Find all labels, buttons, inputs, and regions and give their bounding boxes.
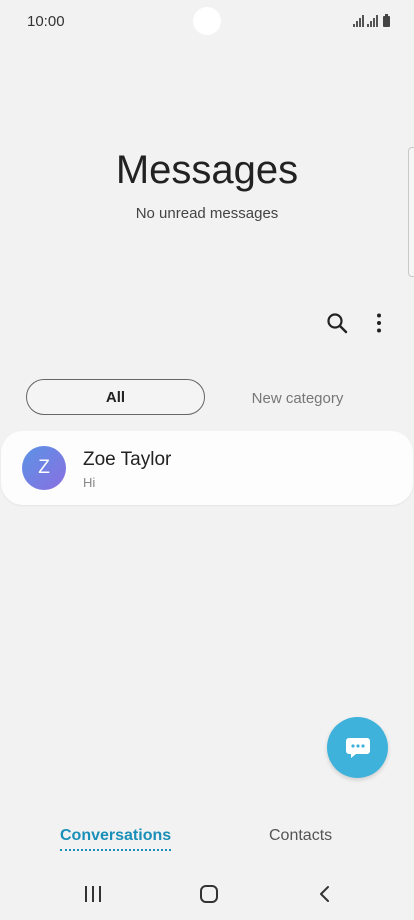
home-icon[interactable]	[199, 884, 219, 904]
search-icon[interactable]	[326, 312, 348, 334]
battery-icon	[383, 14, 390, 27]
recents-icon[interactable]	[84, 885, 102, 903]
status-time: 10:00	[27, 13, 65, 30]
signal-icon	[367, 15, 378, 27]
unread-status: No unread messages	[135, 205, 279, 222]
back-icon[interactable]	[317, 884, 333, 904]
status-icons	[353, 13, 390, 27]
compose-button[interactable]	[327, 717, 388, 778]
more-options-icon[interactable]	[368, 312, 390, 334]
page-title: Messages	[115, 148, 299, 192]
conversation-preview: Hi	[83, 475, 96, 490]
signal-icon	[353, 15, 364, 27]
status-bar: 10:00	[0, 0, 414, 42]
front-camera	[193, 7, 221, 35]
avatar: Z	[22, 446, 66, 490]
tab-conversations[interactable]: Conversations	[60, 827, 172, 851]
compose-message-icon	[345, 737, 370, 758]
conversation-name: Zoe Taylor	[83, 449, 172, 470]
category-all-tab[interactable]: All	[26, 379, 205, 415]
conversation-item[interactable]: Z Zoe Taylor Hi	[1, 431, 413, 505]
new-category-tab[interactable]: New category	[210, 379, 385, 417]
tab-contacts[interactable]: Contacts	[269, 827, 332, 845]
